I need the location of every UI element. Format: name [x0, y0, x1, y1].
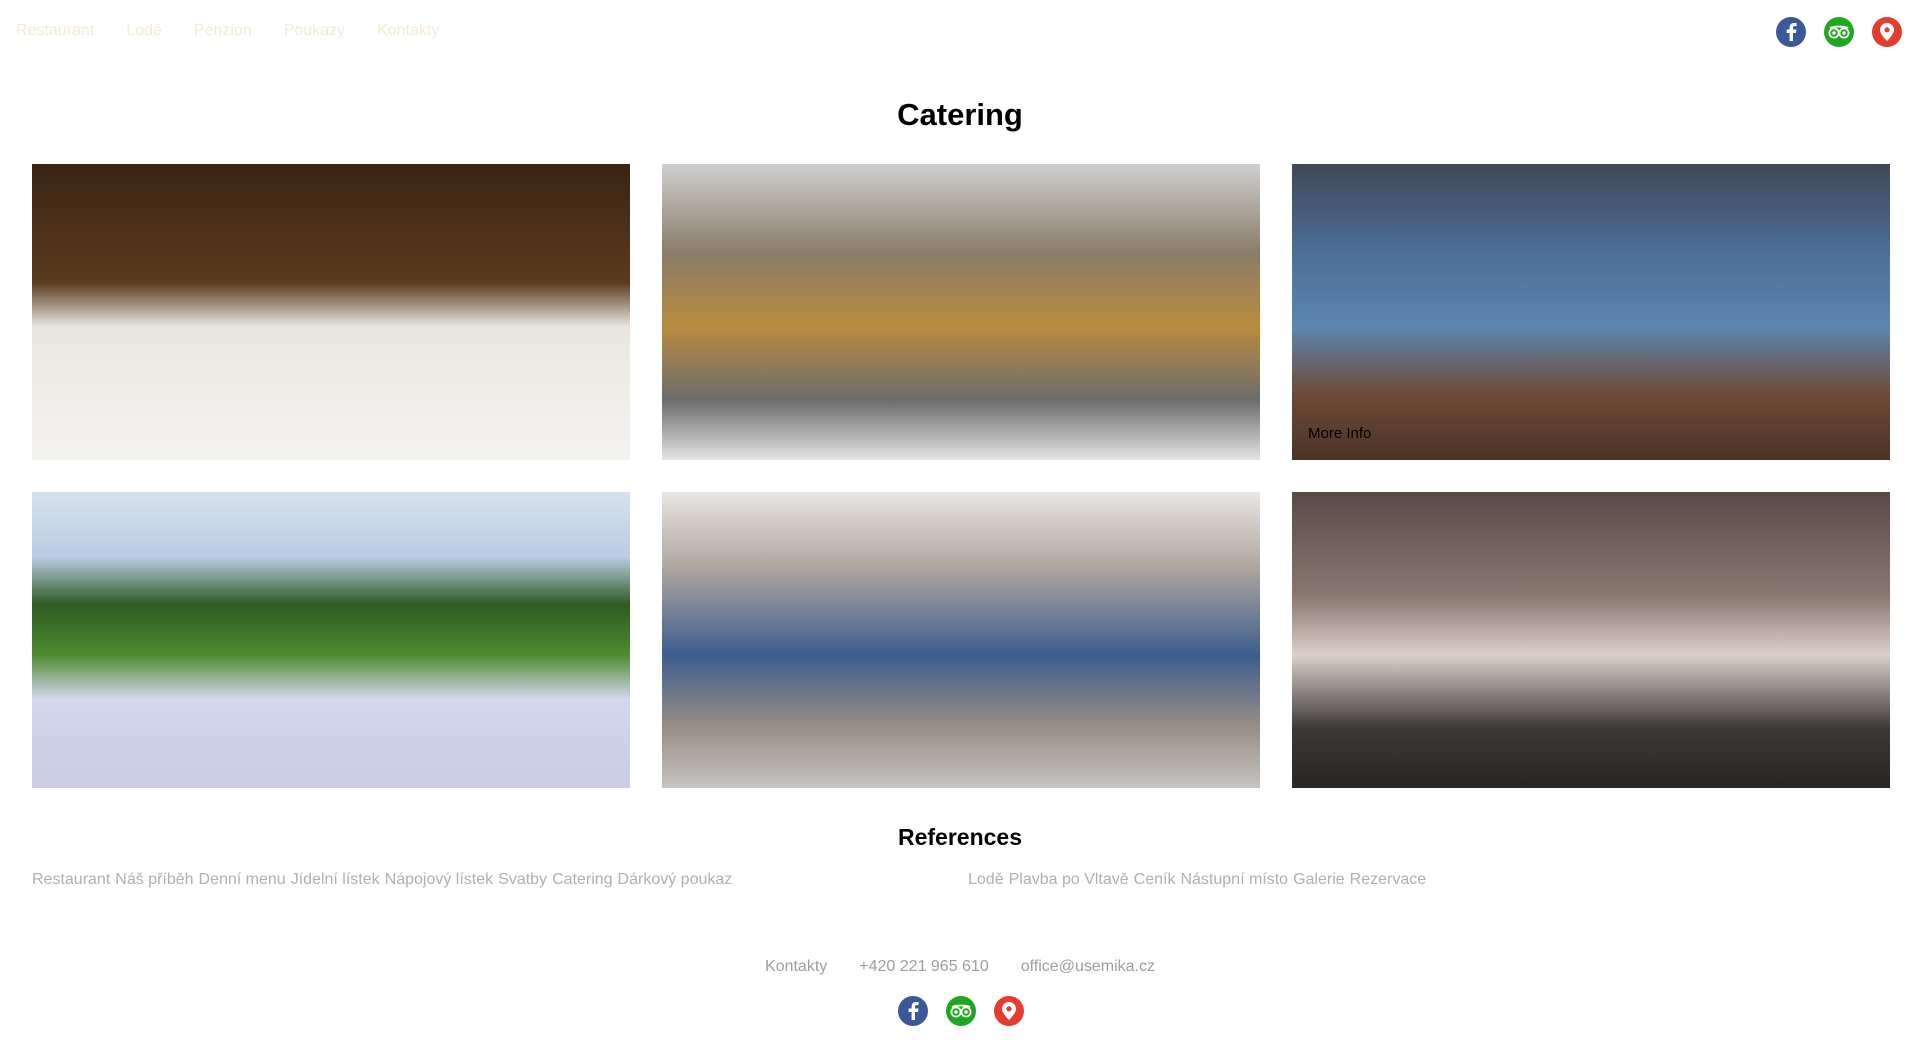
ref-jidelni-listek[interactable]: Jídelní lístek: [291, 871, 380, 889]
social-links-bottom: [898, 996, 1024, 1026]
ref-galerie[interactable]: Galerie: [1293, 871, 1345, 889]
ref-catering[interactable]: Catering: [552, 871, 612, 889]
footer-phone[interactable]: +420 221 965 610: [859, 958, 988, 976]
ref-plavba-po-vltave[interactable]: Plavba po Vltavě: [1009, 871, 1129, 889]
tripadvisor-icon[interactable]: [1824, 17, 1854, 47]
ref-nastupni-misto[interactable]: Nástupní místo: [1180, 871, 1288, 889]
catering-gallery: More Info: [32, 164, 1890, 788]
ref-svatby[interactable]: Svatby: [498, 871, 547, 889]
gallery-tile-crowd[interactable]: [662, 492, 1260, 788]
ref-restaurant[interactable]: Restaurant: [32, 871, 110, 889]
footer-contacts: Kontakty +420 221 965 610 office@usemika…: [0, 958, 1920, 976]
footer-email[interactable]: office@usemika.cz: [1021, 958, 1155, 976]
references-title: References: [897, 824, 1023, 850]
top-navigation: Restaurant Lodě Penzion Poukazy Kontakty: [0, 0, 1920, 64]
nav-restaurant[interactable]: Restaurant: [16, 22, 94, 40]
map-pin-icon[interactable]: [1872, 17, 1902, 47]
page-title: Catering: [897, 97, 1023, 132]
gallery-tile-garden-wedding[interactable]: [32, 492, 630, 788]
social-links-top: [1776, 17, 1902, 47]
facebook-icon[interactable]: [1776, 17, 1806, 47]
tripadvisor-icon[interactable]: [946, 996, 976, 1026]
ref-lode[interactable]: Lodě: [968, 871, 1004, 889]
nav-penzion[interactable]: Penzion: [194, 22, 252, 40]
nav-kontakty[interactable]: Kontakty: [377, 22, 439, 40]
more-info-label[interactable]: More Info: [1308, 425, 1371, 442]
ref-cenik[interactable]: Ceník: [1134, 871, 1176, 889]
ref-nas-pribeh[interactable]: Náš příběh: [115, 871, 193, 889]
references-restaurant-links: Restaurant Náš příběh Denní menu Jídelní…: [32, 871, 732, 889]
nav-lode[interactable]: Lodě: [126, 22, 162, 40]
gallery-tile-library-banquet[interactable]: [32, 164, 630, 460]
references-boat-links: Lodě Plavba po Vltavě Ceník Nástupní mís…: [968, 871, 1426, 889]
ref-darkovy-poukaz[interactable]: Dárkový poukaz: [618, 871, 733, 889]
photo-coffee-cake: [1292, 492, 1890, 788]
photo-crowd: [662, 492, 1260, 788]
main-menu: Restaurant Lodě Penzion Poukazy Kontakty: [16, 22, 439, 40]
facebook-icon[interactable]: [898, 996, 928, 1026]
footer-contacts-link[interactable]: Kontakty: [765, 958, 827, 976]
gallery-tile-buffet[interactable]: [662, 164, 1260, 460]
photo-garden-wedding: [32, 492, 630, 788]
photo-buffet: [662, 164, 1260, 460]
photo-boat-dinner: [1292, 164, 1890, 460]
ref-rezervace[interactable]: Rezervace: [1350, 871, 1426, 889]
nav-poukazy[interactable]: Poukazy: [284, 22, 345, 40]
gallery-tile-coffee-cake[interactable]: [1292, 492, 1890, 788]
ref-napojovy-listek[interactable]: Nápojový lístek: [385, 871, 494, 889]
gallery-tile-boat-dinner[interactable]: More Info: [1292, 164, 1890, 460]
ref-denni-menu[interactable]: Denní menu: [199, 871, 286, 889]
map-pin-icon[interactable]: [994, 996, 1024, 1026]
photo-library-banquet: [32, 164, 630, 460]
